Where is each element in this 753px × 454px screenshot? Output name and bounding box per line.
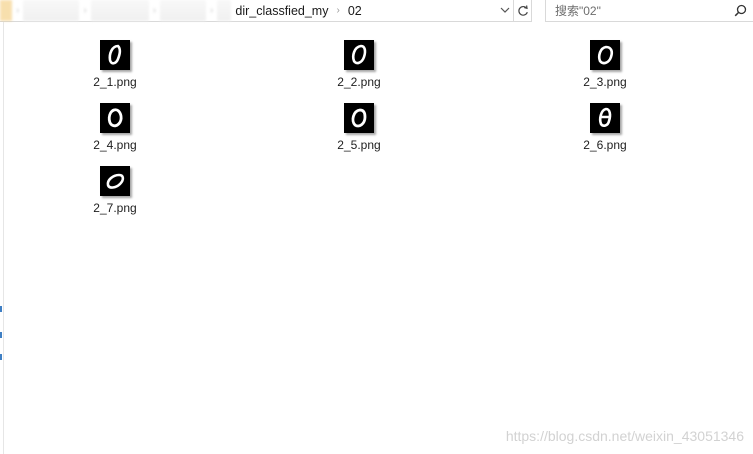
png-thumbnail-icon (100, 40, 130, 70)
search-icon (734, 4, 746, 17)
png-thumbnail-icon (590, 40, 620, 70)
nav-selection-marker (0, 306, 2, 312)
file-explorer-window: › › › › dir_classfied_my › 02 搜索"02" 2_1… (0, 0, 753, 454)
digit-zero-icon (351, 44, 367, 65)
search-box[interactable] (545, 0, 753, 22)
refresh-icon (517, 4, 528, 16)
file-name[interactable]: 2_5.png (337, 138, 380, 152)
nav-selection-marker (0, 354, 2, 360)
digit-zero-icon (597, 45, 614, 65)
breadcrumb-hidden: › › › › (0, 0, 232, 21)
png-thumbnail-icon (100, 103, 130, 133)
file-item[interactable]: 2_5.png (319, 85, 399, 152)
address-history-dropdown[interactable] (496, 0, 513, 21)
png-thumbnail-icon (344, 103, 374, 133)
file-item[interactable]: 2_1.png (75, 22, 155, 89)
file-item[interactable]: 2_7.png (75, 148, 155, 215)
file-name[interactable]: 2_6.png (583, 138, 626, 152)
address-bar[interactable]: › › › › dir_classfied_my › 02 (0, 0, 532, 22)
breadcrumb-separator-icon: › (210, 5, 214, 16)
breadcrumb-hidden-segment[interactable] (160, 0, 207, 21)
png-thumbnail-icon (590, 103, 620, 133)
breadcrumb-dir-classfied-my[interactable]: dir_classfied_my (231, 4, 332, 18)
breadcrumb-hidden-segment[interactable] (90, 0, 149, 21)
file-item[interactable]: 2_6.png (565, 85, 645, 152)
file-item[interactable]: 2_3.png (565, 22, 645, 89)
search-button[interactable] (727, 1, 753, 21)
file-item[interactable]: 2_2.png (319, 22, 399, 89)
breadcrumb-hidden-segment[interactable] (217, 0, 232, 21)
digit-zero-icon (351, 108, 367, 128)
chevron-down-icon (500, 7, 510, 13)
breadcrumb-current-folder[interactable]: 02 (344, 4, 366, 18)
digit-zero-icon (106, 173, 125, 189)
png-thumbnail-icon (100, 166, 130, 196)
folder-icon (0, 0, 12, 21)
digit-zero-icon (107, 108, 123, 128)
breadcrumb-separator-icon: › (152, 5, 157, 16)
watermark: https://blog.csdn.net/weixin_43051346 (505, 428, 744, 444)
breadcrumb-separator-icon: › (336, 5, 340, 16)
png-thumbnail-icon (344, 40, 374, 70)
breadcrumb-separator-icon: › (16, 5, 20, 16)
breadcrumb-separator-icon: › (83, 5, 87, 16)
file-name[interactable]: 2_7.png (93, 201, 136, 215)
refresh-button[interactable] (513, 0, 531, 21)
breadcrumb-hidden-segment[interactable] (23, 0, 80, 21)
file-list: 2_1.png 2_2.png 2_3.png 2_4.png 2_5.png … (4, 22, 753, 454)
digit-zero-icon (108, 44, 122, 65)
digit-zero-icon (598, 107, 612, 127)
search-input[interactable] (546, 0, 727, 21)
file-item[interactable]: 2_4.png (75, 85, 155, 152)
nav-selection-marker (0, 332, 2, 338)
